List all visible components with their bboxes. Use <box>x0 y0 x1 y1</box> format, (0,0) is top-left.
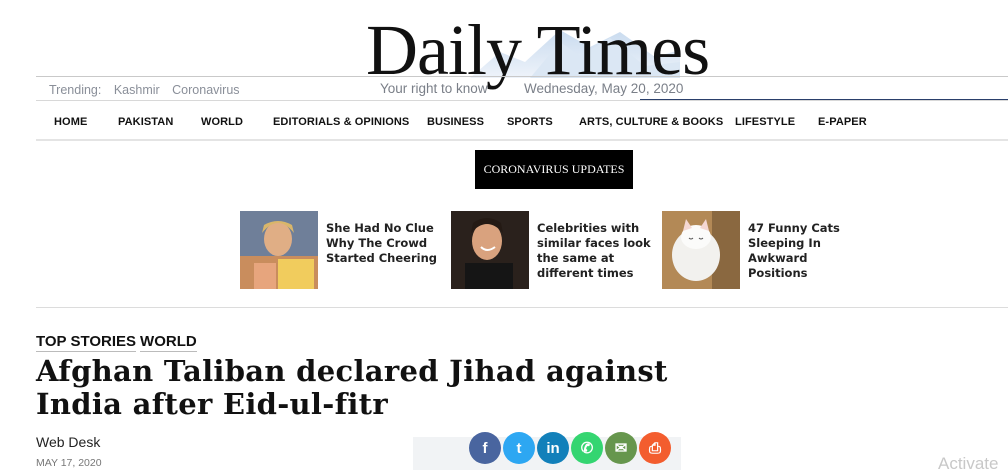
category-link-top-stories[interactable]: TOP STORIES <box>36 333 137 352</box>
trending-bar: Trending: Kashmir Coronavirus <box>49 83 249 97</box>
email-share-icon[interactable]: ✉ <box>605 432 637 464</box>
whatsapp-share-icon[interactable]: ✆ <box>571 432 603 464</box>
nav-item-editorials-opinions[interactable]: EDITORIALS & OPINIONS <box>273 116 409 128</box>
nav-item-sports[interactable]: SPORTS <box>507 116 553 128</box>
nav-item-arts-culture-books[interactable]: ARTS, CULTURE & BOOKS <box>579 116 723 128</box>
trending-link-kashmir[interactable]: Kashmir <box>114 83 160 97</box>
promo-title[interactable]: 47 Funny Cats Sleeping In Awkward Positi… <box>748 221 868 281</box>
print-share-icon[interactable]: ⎙ <box>639 432 671 464</box>
promo-title[interactable]: She Had No Clue Why The Crowd Started Ch… <box>326 221 446 266</box>
linkedin-share-icon[interactable]: in <box>537 432 569 464</box>
promo-thumbnail-cat[interactable] <box>662 211 740 289</box>
nav-item-business[interactable]: BUSINESS <box>427 116 484 128</box>
nav-item-pakistan[interactable]: PAKISTAN <box>118 116 173 128</box>
promo-thumbnail-woman[interactable] <box>240 211 318 289</box>
trending-link-coronavirus[interactable]: Coronavirus <box>172 83 239 97</box>
main-nav: HOME PAKISTAN WORLD EDITORIALS & OPINION… <box>36 101 1008 141</box>
promo-title[interactable]: Celebrities with similar faces look the … <box>537 221 657 281</box>
nav-item-world[interactable]: WORLD <box>201 116 243 128</box>
windows-activation-watermark: Activate <box>938 454 999 473</box>
nav-item-home[interactable]: HOME <box>54 116 87 128</box>
article-author[interactable]: Web Desk <box>36 434 100 450</box>
current-date: Wednesday, May 20, 2020 <box>524 81 684 96</box>
twitter-share-icon[interactable]: t <box>503 432 535 464</box>
category-link-world[interactable]: WORLD <box>140 333 197 352</box>
facebook-share-icon[interactable]: f <box>469 432 501 464</box>
article-categories: TOP STORIES WORLD <box>36 333 201 352</box>
section-divider <box>36 307 1008 308</box>
site-tagline: Your right to know <box>380 81 488 96</box>
nav-item-epaper[interactable]: E-PAPER <box>818 116 867 128</box>
trending-label: Trending: <box>49 83 102 97</box>
masthead-rule <box>36 76 1008 77</box>
nav-item-lifestyle[interactable]: LIFESTYLE <box>735 116 795 128</box>
promo-thumbnail-man[interactable] <box>451 211 529 289</box>
article-date: MAY 17, 2020 <box>36 457 102 469</box>
article-headline: Afghan Taliban declared Jihad against In… <box>36 354 668 421</box>
coronavirus-updates-button[interactable]: CORONAVIRUS UPDATES <box>475 150 633 189</box>
